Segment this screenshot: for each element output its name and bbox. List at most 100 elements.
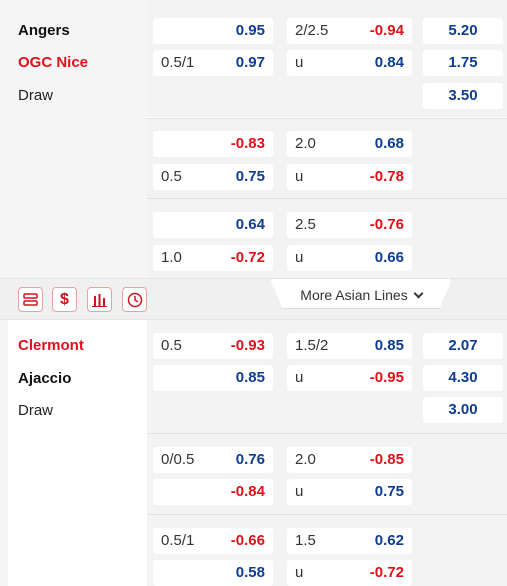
ah-home-odds: 0.95	[235, 22, 265, 39]
ou-line: 1.5	[295, 532, 316, 549]
ah-away-cell[interactable]: 0.58	[153, 560, 273, 586]
ou-line: 2/2.5	[295, 22, 329, 39]
x12-home-odds: 5.20	[448, 22, 478, 39]
ou-over-odds: -0.94	[369, 22, 404, 39]
ah-away-cell[interactable]: 0.85	[153, 365, 273, 391]
match-1-line-1: 0.95 2/2.5 -0.94 5.20 0.5/1 0.97 u 0.84 …	[147, 0, 507, 117]
ou-under-cell[interactable]: u 0.84	[287, 50, 412, 76]
home-team[interactable]: Angers	[18, 22, 70, 39]
ou-under-cell[interactable]: u -0.78	[287, 164, 412, 190]
ah-home-cell[interactable]: 0.5 -0.93	[153, 333, 273, 359]
x12-home-odds: 2.07	[448, 337, 478, 354]
x12-draw-odds: 3.50	[448, 87, 478, 104]
ah-away-odds: 0.75	[235, 168, 265, 185]
odds-table: Angers OGC Nice Draw 0.95 2/2.5 -0.94 5.…	[0, 0, 507, 586]
ah-away-odds: 0.58	[235, 564, 265, 581]
draw-label: Draw	[18, 402, 54, 419]
match-2-line-3: 0.5/1 -0.66 1.5 0.62 0.58 u -0.72	[147, 514, 507, 586]
x12-draw-cell[interactable]: 3.50	[423, 83, 503, 109]
ou-over-cell[interactable]: 2/2.5 -0.94	[287, 18, 412, 44]
match-2-line-1: 0.5 -0.93 1.5/2 0.85 2.07 0.85 u -0.95 4…	[147, 320, 507, 433]
bar-chart-icon[interactable]	[87, 287, 112, 312]
away-team[interactable]: OGC Nice	[18, 54, 88, 71]
ah-home-odds: 0.76	[235, 451, 265, 468]
ou-label: u	[295, 249, 304, 266]
ou-over-odds: 0.85	[374, 337, 404, 354]
ou-label: u	[295, 168, 304, 185]
ah-line-2: 0.5	[161, 168, 182, 185]
ou-under-odds: -0.72	[369, 564, 404, 581]
ah-home-odds: 0.64	[235, 216, 265, 233]
ou-over-odds: 0.62	[374, 532, 404, 549]
chevron-down-icon	[413, 288, 424, 299]
ah-line-2: 1.0	[161, 249, 182, 266]
ou-over-odds: 0.68	[374, 135, 404, 152]
match-1-line-3: 0.64 2.5 -0.76 1.0 -0.72 u 0.66	[147, 198, 507, 278]
ou-over-cell[interactable]: 2.0 -0.85	[287, 447, 412, 473]
ou-under-odds: 0.66	[374, 249, 404, 266]
ou-under-odds: -0.78	[369, 168, 404, 185]
ou-label: u	[295, 54, 304, 71]
ou-label: u	[295, 369, 304, 386]
ah-home-cell[interactable]: 0.5/1 -0.66	[153, 528, 273, 554]
x12-draw-odds: 3.00	[448, 401, 478, 418]
ou-under-cell[interactable]: u 0.75	[287, 479, 412, 505]
ah-away-odds: 0.85	[235, 369, 265, 386]
ah-away-cell[interactable]: 0.5/1 0.97	[153, 50, 273, 76]
x12-home-cell[interactable]: 5.20	[423, 18, 503, 44]
x12-away-cell[interactable]: 1.75	[423, 50, 503, 76]
x12-draw-cell[interactable]: 3.00	[423, 397, 503, 423]
more-asian-lines-button[interactable]: More Asian Lines	[270, 279, 452, 309]
x12-home-cell[interactable]: 2.07	[423, 333, 503, 359]
ou-under-cell[interactable]: u -0.95	[287, 365, 412, 391]
ou-under-odds: 0.84	[374, 54, 404, 71]
ah-home-odds: -0.93	[230, 337, 265, 354]
ou-over-odds: -0.85	[369, 451, 404, 468]
match-1-line-2: -0.83 2.0 0.68 0.5 0.75 u -0.78	[147, 118, 507, 198]
ou-line: 2.0	[295, 135, 316, 152]
ah-home-odds: -0.66	[230, 532, 265, 549]
ah-line: 0.5	[161, 337, 182, 354]
ou-over-cell[interactable]: 2.0 0.68	[287, 131, 412, 157]
ah-away-cell[interactable]: -0.84	[153, 479, 273, 505]
ah-home-odds: -0.83	[230, 135, 265, 152]
match-1-teams: Angers OGC Nice Draw	[8, 0, 147, 278]
ou-over-cell[interactable]: 1.5 0.62	[287, 528, 412, 554]
ou-label: u	[295, 564, 304, 581]
match-2-teams: Clermont Ajaccio Draw	[8, 320, 147, 586]
ou-under-odds: 0.75	[374, 483, 404, 500]
ou-line: 1.5/2	[295, 337, 329, 354]
match-toolbar: $ More Asian Lines	[0, 278, 507, 320]
ou-under-cell[interactable]: u 0.66	[287, 245, 412, 271]
match-2-line-2: 0/0.5 0.76 2.0 -0.85 -0.84 u 0.75	[147, 433, 507, 514]
ah-line: 0.5/1	[161, 532, 195, 549]
ou-under-odds: -0.95	[369, 369, 404, 386]
draw-label: Draw	[18, 87, 54, 104]
ah-away-odds: -0.84	[230, 483, 265, 500]
home-team[interactable]: Clermont	[18, 337, 84, 354]
ou-label: u	[295, 483, 304, 500]
x12-away-odds: 1.75	[448, 54, 478, 71]
ou-line: 2.0	[295, 451, 316, 468]
clock-icon[interactable]	[122, 287, 147, 312]
ah-away-odds: -0.72	[230, 249, 265, 266]
ah-away-odds: 0.97	[235, 54, 265, 71]
ah-home-cell[interactable]: -0.83	[153, 131, 273, 157]
ah-home-cell[interactable]: 0/0.5 0.76	[153, 447, 273, 473]
x12-away-odds: 4.30	[448, 369, 478, 386]
ah-line-2: 0.5/1	[161, 54, 195, 71]
ou-over-cell[interactable]: 1.5/2 0.85	[287, 333, 412, 359]
ah-away-cell[interactable]: 0.5 0.75	[153, 164, 273, 190]
ah-home-cell[interactable]: 0.95	[153, 18, 273, 44]
ou-over-odds: -0.76	[369, 216, 404, 233]
more-asian-lines-label: More Asian Lines	[300, 287, 408, 303]
ah-home-cell[interactable]: 0.64	[153, 212, 273, 238]
ou-under-cell[interactable]: u -0.72	[287, 560, 412, 586]
away-team[interactable]: Ajaccio	[18, 370, 71, 387]
ou-line: 2.5	[295, 216, 316, 233]
x12-away-cell[interactable]: 4.30	[423, 365, 503, 391]
dollar-icon[interactable]: $	[52, 287, 77, 312]
ou-over-cell[interactable]: 2.5 -0.76	[287, 212, 412, 238]
ah-away-cell[interactable]: 1.0 -0.72	[153, 245, 273, 271]
list-icon[interactable]	[18, 287, 43, 312]
